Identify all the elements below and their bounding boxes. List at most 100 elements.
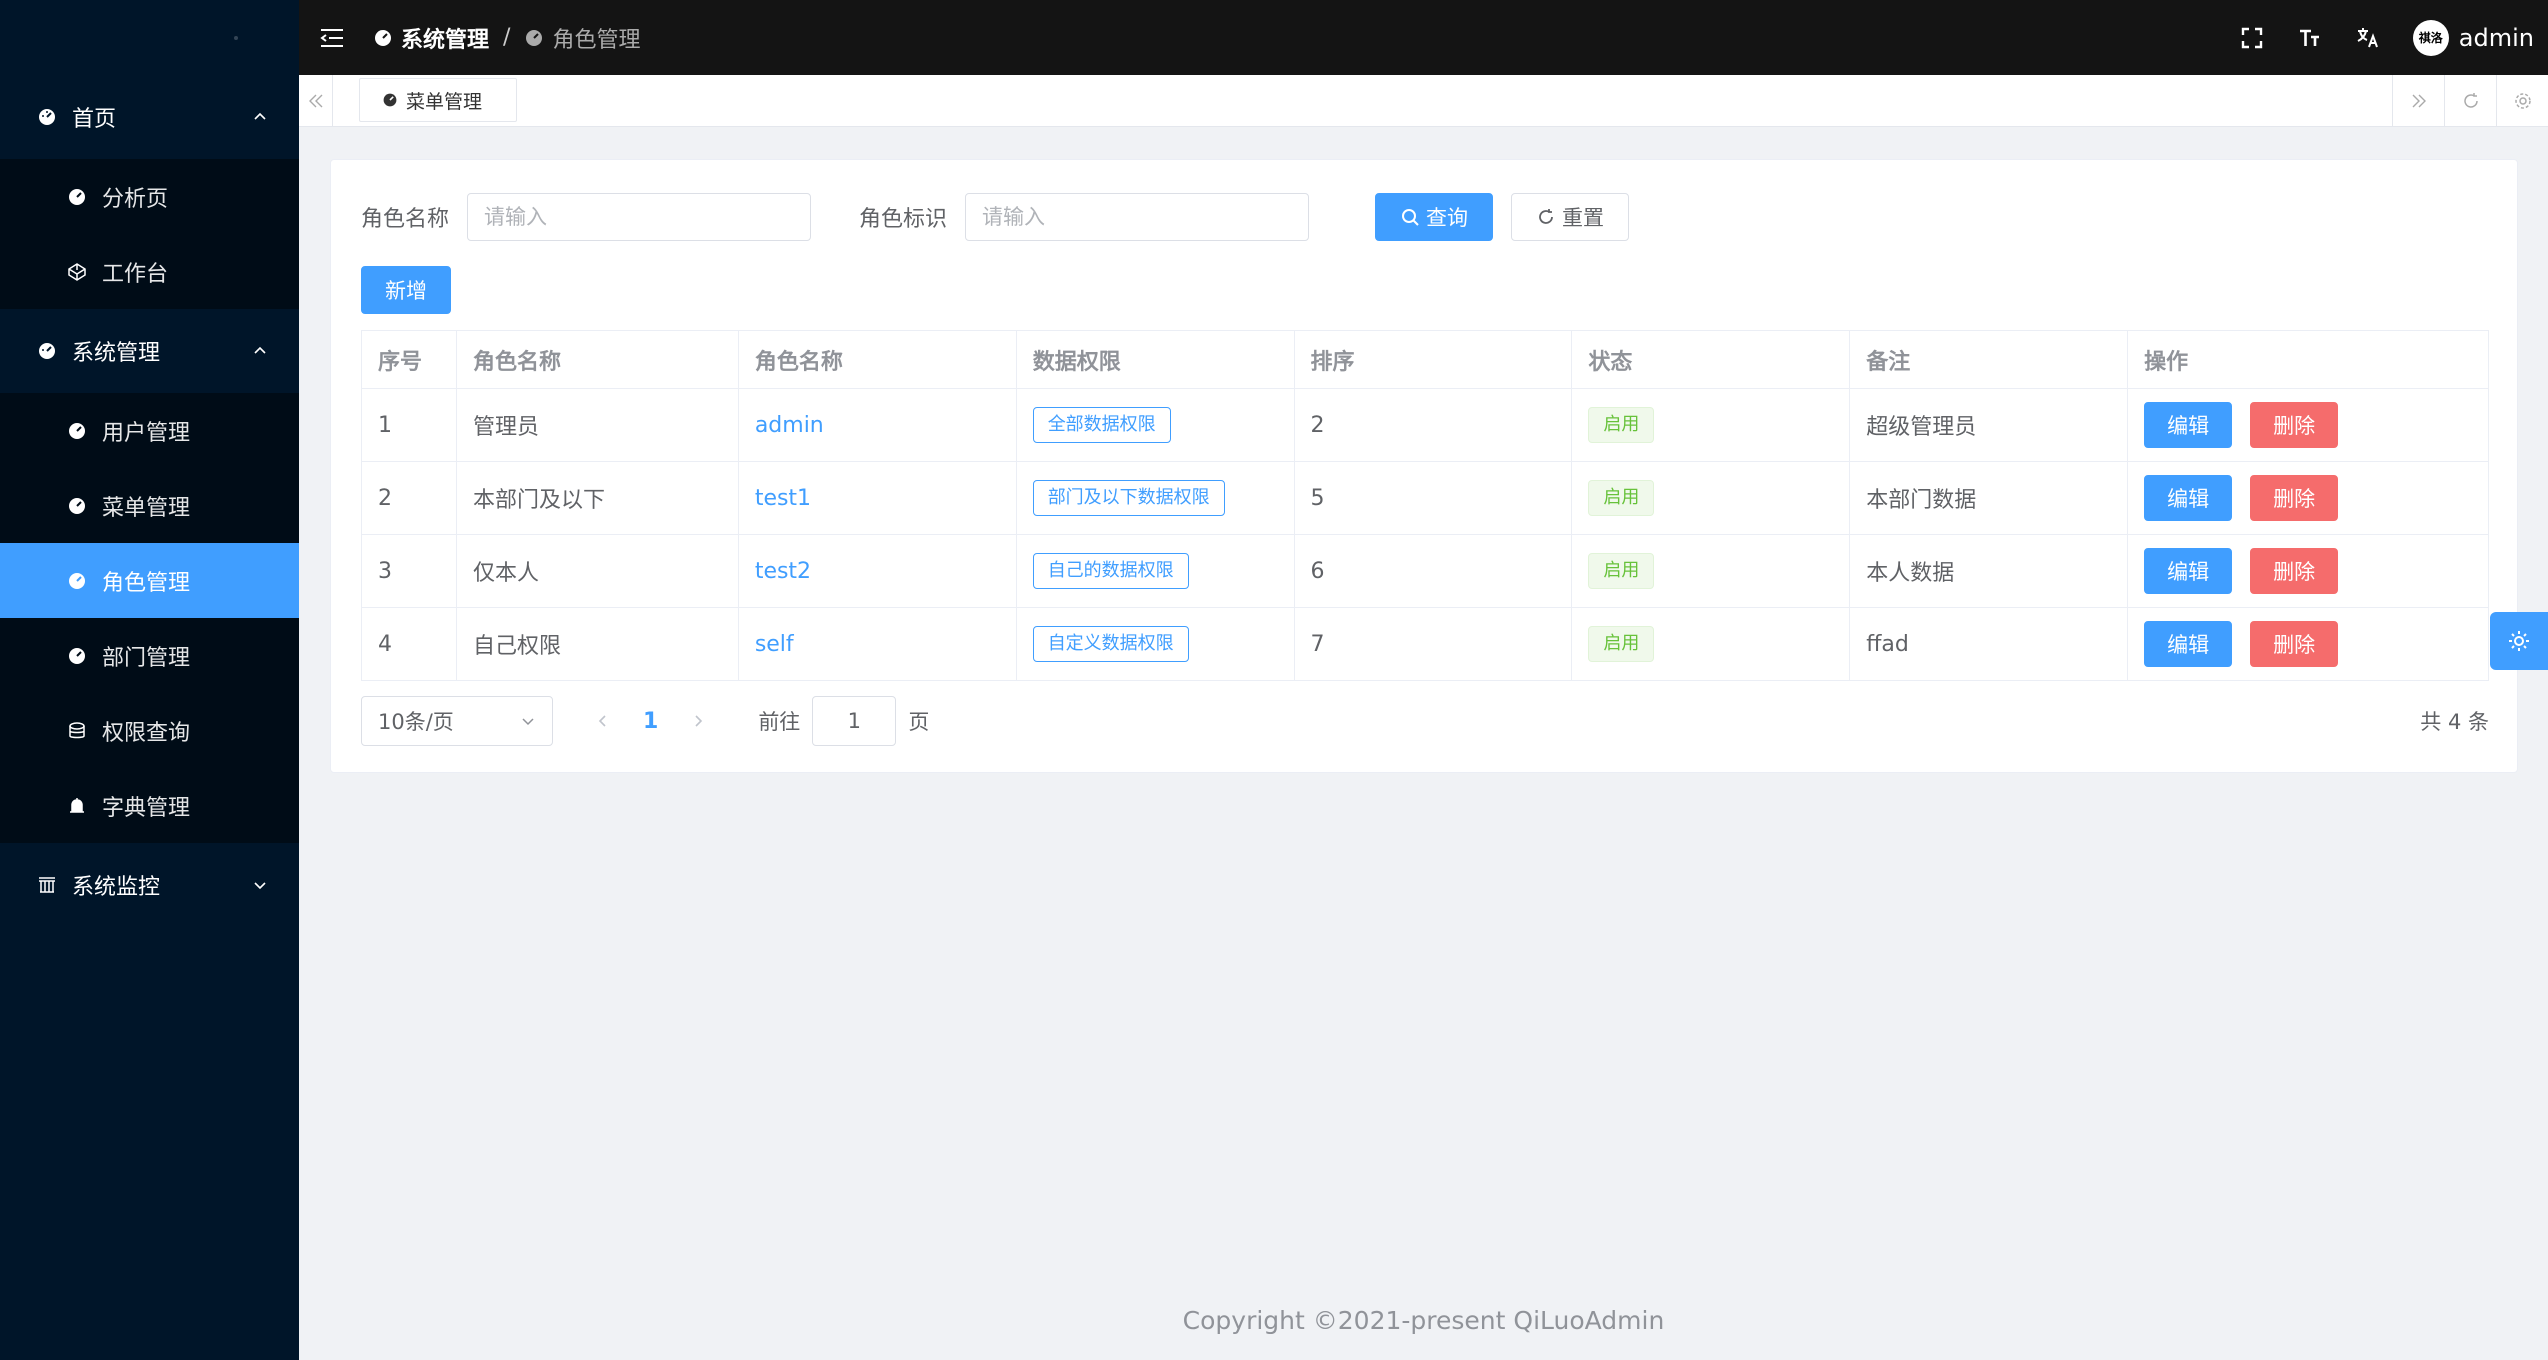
reset-button[interactable]: 重置 [1511, 193, 1630, 241]
cell-actions: 编辑 删除 [2127, 388, 2489, 462]
role-key-input[interactable] [965, 193, 1310, 241]
tabs-scroll-right[interactable] [2392, 75, 2444, 127]
data-scope-tag: 自定义数据权限 [1032, 626, 1189, 662]
add-role-button[interactable]: 新增 [361, 266, 451, 314]
reset-label: 重置 [1562, 206, 1605, 230]
double-left-icon [308, 94, 322, 108]
cell-actions: 编辑 删除 [2127, 461, 2489, 535]
table-row: 1 管理员 admin 全部数据权限 2 启用 超级管理员 编辑 删除 [361, 388, 2489, 462]
dashboard-icon [66, 645, 88, 667]
delete-button[interactable]: 删除 [2250, 548, 2339, 594]
cell-data-scope: 部门及以下数据权限 [1016, 461, 1295, 535]
cell-no: 2 [361, 461, 457, 535]
cell-role-name: 自己权限 [456, 607, 739, 681]
cell-data-scope: 全部数据权限 [1016, 388, 1295, 462]
breadcrumb-separator: / [503, 25, 511, 50]
cell-role-key[interactable]: test1 [738, 461, 1017, 535]
codepen-icon [66, 261, 88, 283]
column-header: 操作 [2127, 330, 2489, 389]
cell-sort: 5 [1294, 461, 1573, 535]
sidebar-item-label: 系统监控 [72, 875, 161, 900]
chevron-down-icon [254, 882, 266, 890]
column-header: 角色名称 [738, 330, 1017, 389]
sidebar-item-dictionary[interactable]: 字典管理 [0, 768, 299, 843]
sidebar-item-label: 菜单管理 [102, 495, 191, 521]
status-badge: 启用 [1588, 407, 1655, 443]
translate-icon[interactable] [2355, 25, 2381, 51]
table-row: 2 本部门及以下 test1 部门及以下数据权限 5 启用 本部门数据 编辑 删除 [361, 461, 2489, 535]
edit-button[interactable]: 编辑 [2144, 548, 2233, 594]
theme-settings-button[interactable] [2490, 612, 2548, 670]
data-scope-tag: 自己的数据权限 [1032, 553, 1189, 589]
cell-sort: 2 [1294, 388, 1573, 462]
breadcrumb-current: 角色管理 [552, 27, 641, 53]
sidebar-item-analysis[interactable]: 分析页 [0, 159, 299, 234]
page-size-value: 10条/页 [378, 710, 454, 734]
double-right-icon [2412, 94, 2426, 108]
search-form: 角色名称 角色标识 查询 重置 [361, 192, 1630, 242]
goto-label: 前往 [758, 710, 801, 734]
cell-remark: ffad [1849, 607, 2129, 681]
cell-role-key[interactable]: admin [738, 388, 1017, 462]
sidebar-item-permissions[interactable]: 权限查询 [0, 693, 299, 768]
dashboard-icon [66, 570, 88, 592]
cell-data-scope: 自定义数据权限 [1016, 607, 1295, 681]
edit-button[interactable]: 编辑 [2144, 475, 2233, 521]
logo-mark [234, 36, 238, 40]
table-row: 4 自己权限 self 自定义数据权限 7 启用 ffad 编辑 删除 [361, 607, 2489, 681]
delete-button[interactable]: 删除 [2250, 475, 2339, 521]
delete-button[interactable]: 删除 [2250, 621, 2339, 667]
cell-role-key[interactable]: self [738, 607, 1017, 681]
avatar[interactable]: 祺洛 [2412, 19, 2449, 56]
cell-role-key[interactable]: test2 [738, 534, 1017, 608]
column-header: 备注 [1849, 330, 2129, 389]
cell-no: 4 [361, 607, 457, 681]
column-header: 排序 [1294, 330, 1573, 389]
sidebar-item-home[interactable]: 首页 [0, 75, 299, 159]
sidebar-item-departments[interactable]: 部门管理 [0, 618, 299, 693]
fullscreen-icon[interactable] [2239, 25, 2265, 51]
role-name-label: 角色名称 [361, 207, 450, 232]
dashboard-icon [383, 93, 397, 107]
goto-page-input[interactable] [812, 696, 897, 746]
status-badge: 启用 [1588, 553, 1655, 589]
sidebar-item-label: 首页 [72, 107, 117, 132]
refresh-icon [1539, 209, 1553, 224]
query-button[interactable]: 查询 [1375, 193, 1494, 241]
sidebar-item-users[interactable]: 用户管理 [0, 393, 299, 468]
edit-button[interactable]: 编辑 [2144, 402, 2233, 448]
tabs-scroll-left[interactable] [299, 75, 333, 127]
next-page-icon[interactable] [688, 711, 708, 731]
sidebar-item-workbench[interactable]: 工作台 [0, 234, 299, 309]
cell-role-name: 管理员 [456, 388, 739, 462]
username[interactable]: admin [2459, 24, 2534, 52]
tab-label: 菜单管理 [406, 90, 483, 113]
prev-page-icon[interactable] [593, 711, 613, 731]
sidebar-item-menus[interactable]: 菜单管理 [0, 468, 299, 543]
role-name-input[interactable] [467, 193, 812, 241]
tab-menu-management[interactable]: 菜单管理 [359, 78, 517, 122]
edit-button[interactable]: 编辑 [2144, 621, 2233, 667]
delete-button[interactable]: 删除 [2250, 402, 2339, 448]
cell-remark: 超级管理员 [1849, 388, 2129, 462]
page-size-select[interactable]: 10条/页 [361, 696, 553, 746]
database-icon [66, 720, 88, 742]
sidebar-item-roles[interactable]: 角色管理 [0, 543, 299, 618]
tabs-refresh-button[interactable] [2444, 75, 2496, 127]
page-unit-label: 页 [908, 710, 930, 734]
sidebar-item-label: 用户管理 [102, 420, 191, 446]
search-icon [1402, 209, 1419, 226]
chevron-up-icon [254, 346, 266, 354]
bell-icon [66, 795, 88, 817]
menu-fold-icon[interactable] [319, 27, 345, 49]
font-size-icon[interactable] [2297, 25, 2323, 51]
breadcrumb-item[interactable]: 系统管理 [401, 22, 489, 54]
tabs-settings-button[interactable] [2496, 75, 2548, 127]
column-header: 状态 [1571, 330, 1851, 389]
sidebar-item-label: 工作台 [102, 261, 169, 287]
current-page[interactable]: 1 [643, 709, 658, 734]
sidebar-item-monitor[interactable]: 系统监控 [0, 843, 299, 927]
sidebar-item-label: 分析页 [102, 186, 169, 212]
sidebar-item-system[interactable]: 系统管理 [0, 309, 299, 393]
cell-status: 启用 [1571, 461, 1851, 535]
